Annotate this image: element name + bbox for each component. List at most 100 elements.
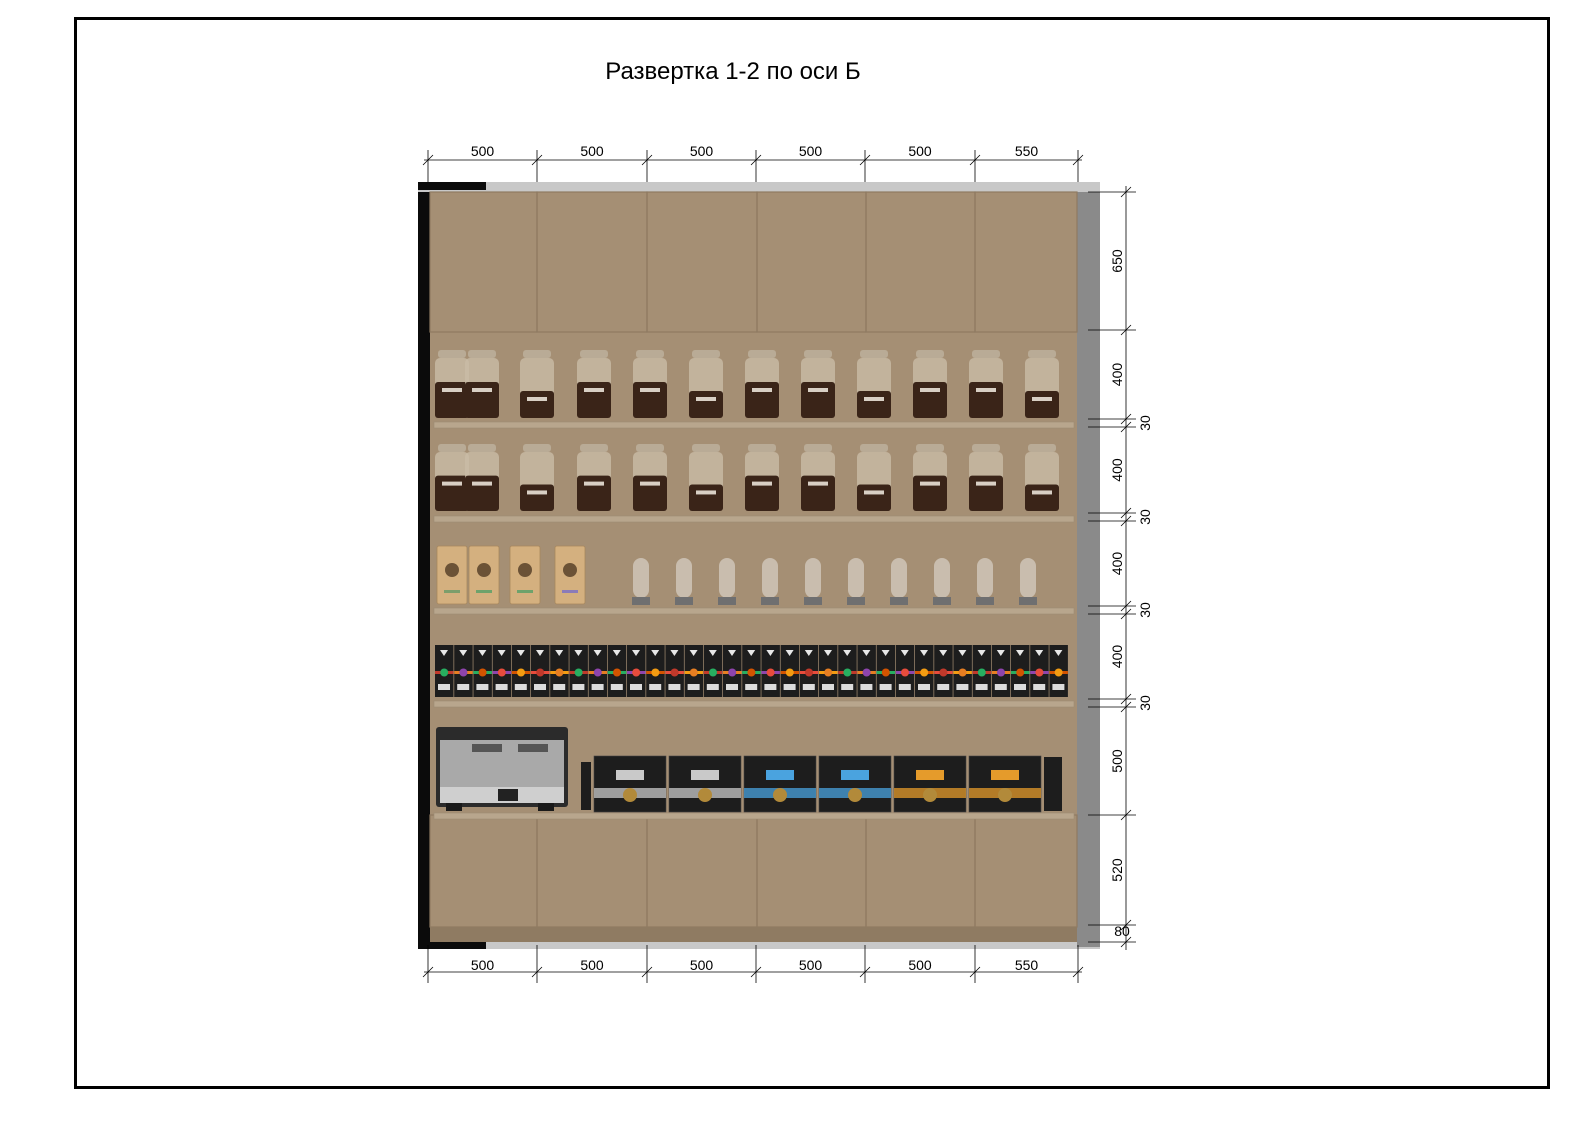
machine-foot (538, 803, 554, 811)
jar-lid (972, 444, 1000, 452)
dispenser-tube (719, 558, 735, 598)
box-medal (497, 668, 506, 677)
jar-coffee (1025, 391, 1059, 418)
jar-coffee (801, 382, 835, 418)
capsule-pack-side (1044, 757, 1062, 811)
jar-label (920, 481, 940, 486)
box-map (687, 684, 700, 690)
box-map (879, 684, 892, 690)
jar-label (584, 481, 604, 486)
dispenser-tube (633, 558, 649, 598)
coffee-jar (689, 350, 723, 418)
capsule-box (857, 645, 876, 697)
jar-label (442, 481, 462, 486)
jar-label (920, 388, 940, 392)
jar-coffee (1025, 484, 1059, 511)
capsule-box (761, 645, 780, 697)
coffee-jar (1025, 350, 1059, 418)
dispenser-tube (977, 558, 993, 598)
jar-lid (1028, 350, 1056, 358)
dispenser-base (718, 597, 736, 605)
coffee-jar (969, 444, 1003, 511)
coffee-jar (913, 444, 947, 511)
dispenser-base (632, 597, 650, 605)
glass-dispenser (976, 558, 994, 605)
pack-capsule (698, 788, 712, 802)
capsule-box (665, 645, 684, 697)
pack-body (818, 755, 892, 813)
dispenser-base (976, 597, 994, 605)
box-medal (1016, 668, 1025, 677)
right-dim-value: 520 (1109, 858, 1125, 882)
box-map (841, 684, 854, 690)
jar-label (584, 388, 604, 392)
capsule-pack (593, 755, 667, 813)
jar-lid (692, 350, 720, 358)
left-end-panel (418, 192, 430, 947)
jar-coffee (465, 382, 499, 418)
jar-lid (916, 444, 944, 452)
coffee-jar (913, 350, 947, 418)
kraft-coffee-bag (436, 545, 468, 605)
jar-coffee (520, 391, 554, 418)
coffee-jar (465, 444, 499, 511)
box-medal (670, 668, 679, 677)
box-map (783, 684, 796, 690)
coffee-jar (801, 444, 835, 511)
box-medal (709, 668, 717, 677)
box-medal (977, 668, 986, 677)
shelf-thickness-value: 30 (1137, 602, 1153, 618)
bottom-dim-value: 500 (690, 957, 714, 973)
capsule-pack (893, 755, 967, 813)
jar-lid (636, 350, 664, 358)
right-dim-value: 650 (1109, 249, 1125, 273)
capsule-box (627, 645, 646, 697)
jar-label (752, 388, 772, 392)
bag-label (517, 590, 533, 593)
coffee-jar (465, 350, 499, 418)
shelf-board (433, 607, 1075, 615)
pack-capsule (923, 788, 937, 802)
pack-label (991, 770, 1019, 780)
top-dim-value: 550 (1015, 143, 1039, 159)
shelf-board (433, 812, 1075, 820)
shelf-board (433, 515, 1075, 523)
right-side-panel (1077, 192, 1100, 947)
capsule-box (742, 645, 761, 697)
box-medal (785, 668, 794, 677)
bottom-dim-value: 550 (1015, 957, 1039, 973)
jar-coffee (633, 475, 667, 511)
coffee-jar (520, 444, 554, 511)
capsule-box (511, 645, 531, 697)
bag-label (444, 590, 460, 593)
dispenser-base (1019, 597, 1037, 605)
box-map (1033, 684, 1046, 690)
capsule-box (473, 645, 492, 697)
glass-dispenser (718, 558, 736, 605)
coffee-jar (689, 444, 723, 511)
shelf-board (433, 700, 1075, 708)
capsule-box (723, 645, 742, 697)
box-map (802, 684, 815, 690)
jar-lid (580, 444, 608, 452)
box-map (630, 684, 642, 690)
jar-label (527, 490, 547, 495)
box-medal (901, 668, 909, 677)
jar-lid (860, 444, 888, 452)
box-map (668, 684, 681, 690)
jar-label (808, 481, 828, 486)
bag-logo (518, 563, 532, 577)
group-head (472, 744, 502, 752)
top-dim-value: 500 (580, 143, 604, 159)
capsule-box (819, 645, 838, 697)
right-dim-value: 400 (1109, 645, 1125, 669)
box-map (1052, 684, 1065, 690)
capsule-box (684, 645, 704, 697)
box-map (706, 684, 719, 690)
capsule-box (1049, 645, 1068, 697)
capsule-box (1030, 645, 1049, 697)
jar-coffee (465, 475, 499, 511)
capsule-box (435, 645, 454, 697)
jar-lid (860, 350, 888, 358)
jar-label (1032, 490, 1052, 495)
